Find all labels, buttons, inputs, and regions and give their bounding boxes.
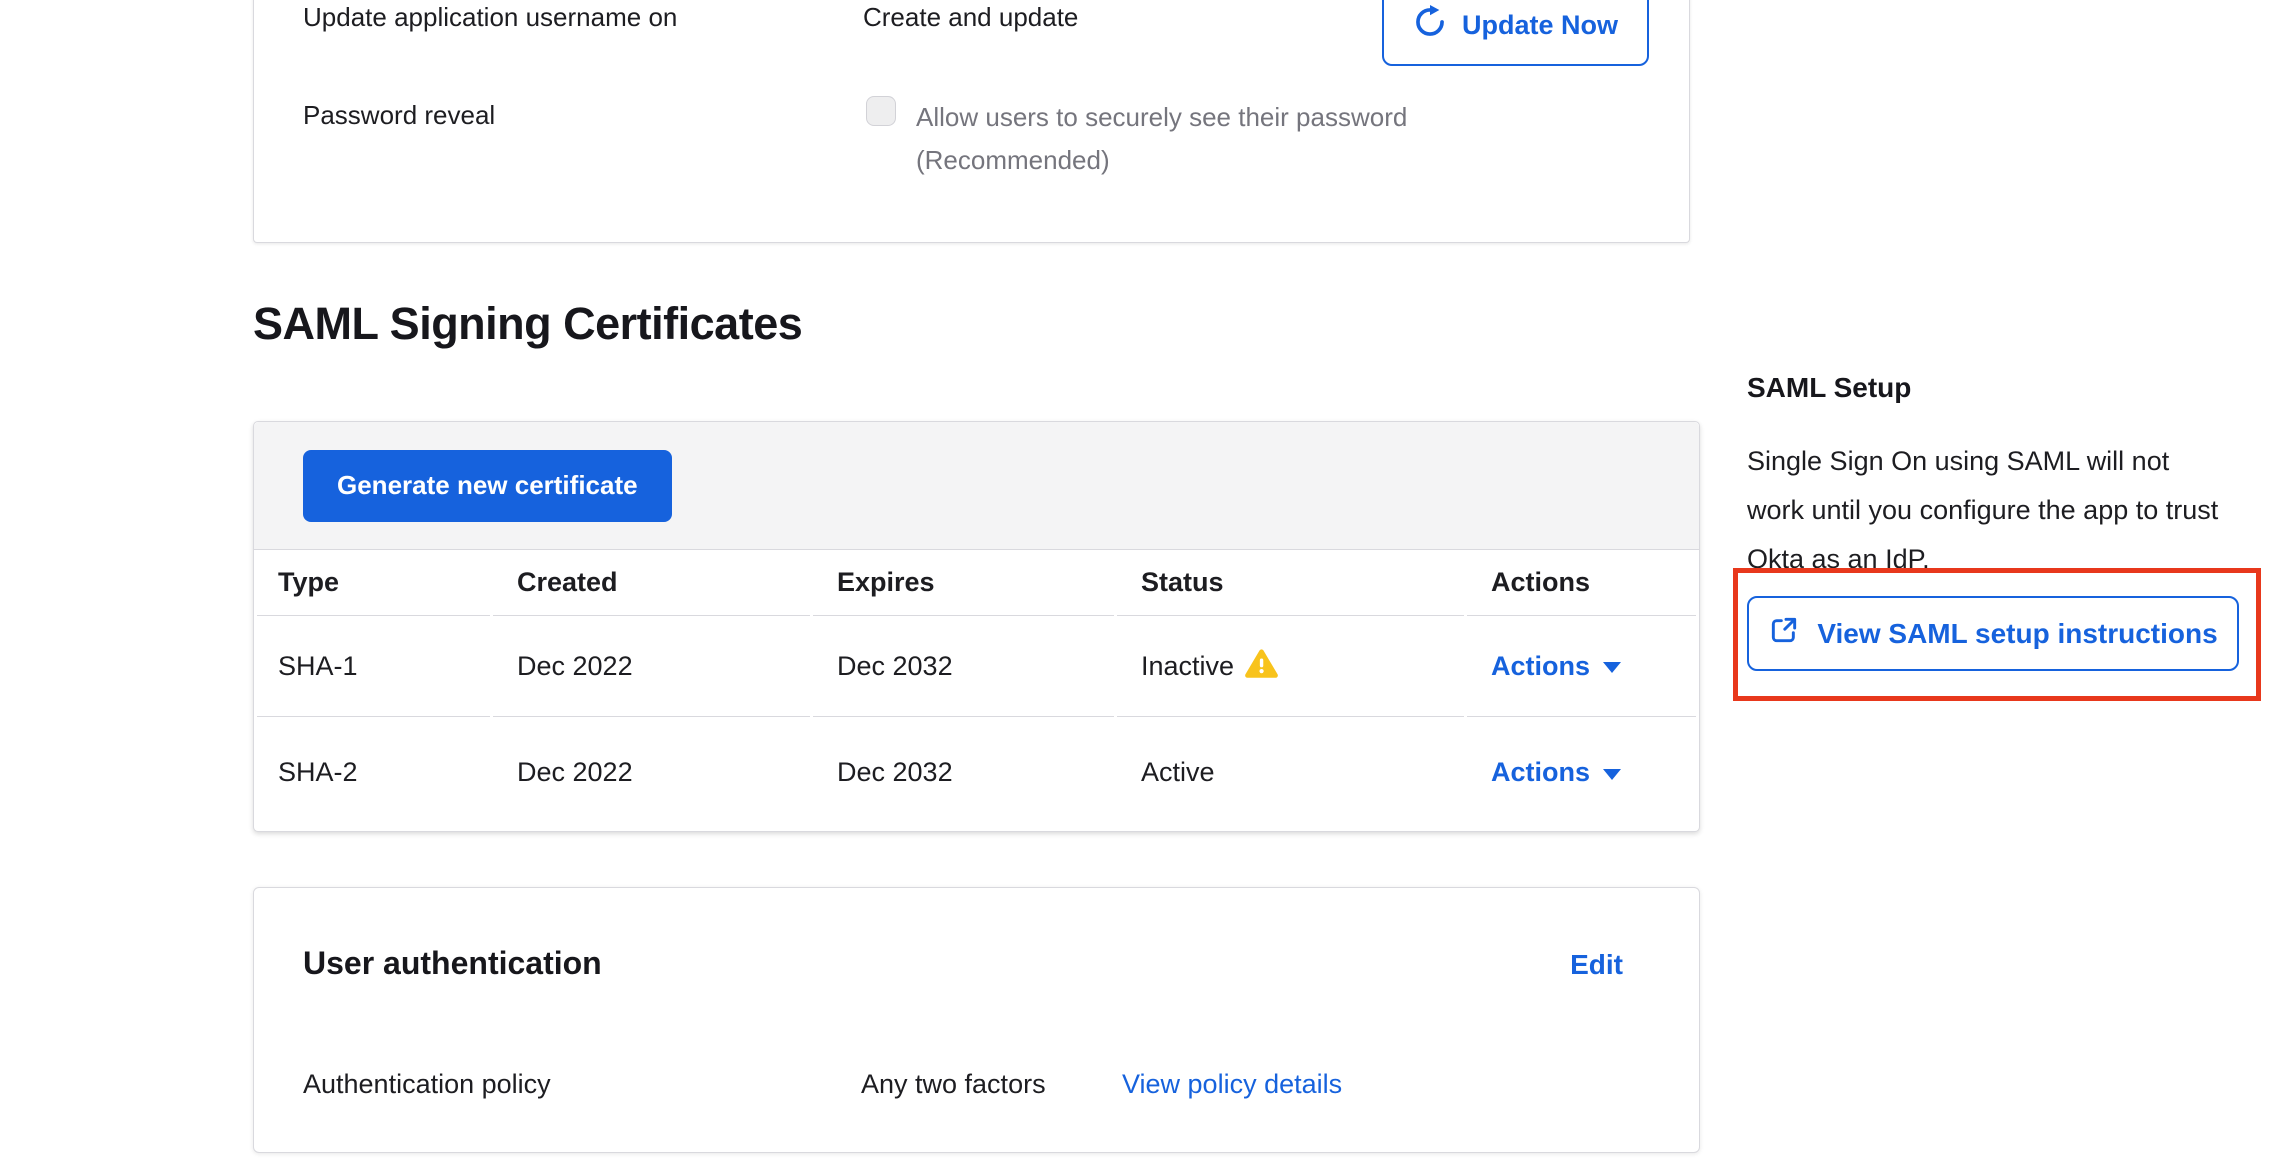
user-authentication-card: User authentication Edit Authentication … [253,887,1700,1153]
actions-dropdown[interactable]: Actions [1491,757,1621,788]
actions-label: Actions [1491,651,1590,682]
actions-label: Actions [1491,757,1590,788]
authentication-policy-label: Authentication policy [303,1069,551,1100]
saml-certificates-card: Generate new certificate Type Created Ex… [253,421,1700,832]
page-title: SAML Signing Certificates [253,298,802,350]
cert-created: Dec 2022 [493,616,810,717]
column-header-actions: Actions [1467,550,1696,616]
actions-dropdown[interactable]: Actions [1491,651,1621,682]
view-saml-setup-instructions-button[interactable]: View SAML setup instructions [1747,596,2239,671]
cert-created: Dec 2022 [493,717,810,828]
user-authentication-title: User authentication [303,945,602,982]
column-header-expires: Expires [813,550,1114,616]
saml-setup-description: Single Sign On using SAML will not work … [1747,437,2229,584]
authentication-policy-value: Any two factors [861,1069,1046,1100]
warning-icon [1245,649,1278,686]
column-header-status: Status [1117,550,1464,616]
cert-status: Inactive [1117,616,1464,717]
refresh-icon [1413,5,1447,46]
saml-setup-title: SAML Setup [1747,372,1911,404]
update-now-button[interactable]: Update Now [1382,0,1649,66]
cert-status: Active [1117,717,1464,828]
password-reveal-note: (Recommended) [916,143,1110,177]
column-header-created: Created [493,550,810,616]
status-text: Inactive [1141,651,1234,682]
external-link-icon [1768,614,1800,653]
update-username-value: Create and update [863,0,1078,34]
cert-type: SHA-1 [257,616,490,717]
table-row: SHA-1 Dec 2022 Dec 2032 Inactive [257,616,1696,717]
generate-certificate-button[interactable]: Generate new certificate [303,450,672,522]
cert-expires: Dec 2032 [813,616,1114,717]
view-saml-setup-label: View SAML setup instructions [1817,618,2217,650]
password-reveal-checkbox[interactable] [866,96,896,126]
cert-expires: Dec 2032 [813,717,1114,828]
chevron-down-icon [1603,662,1621,673]
status-text: Active [1141,757,1215,788]
certificates-table: Type Created Expires Status Actions SHA-… [254,550,1699,828]
edit-link[interactable]: Edit [1570,949,1623,981]
credential-details-panel: Update application username on Create an… [253,0,1690,243]
table-header-row: Type Created Expires Status Actions [257,550,1696,616]
update-now-label: Update Now [1462,10,1618,41]
view-policy-details-link[interactable]: View policy details [1122,1069,1342,1100]
password-reveal-option-text: Allow users to securely see their passwo… [916,100,1407,134]
cert-type: SHA-2 [257,717,490,828]
table-row: SHA-2 Dec 2022 Dec 2032 Active Actions [257,717,1696,828]
column-header-type: Type [257,550,490,616]
password-reveal-label: Password reveal [303,98,495,132]
chevron-down-icon [1603,769,1621,780]
update-username-label: Update application username on [303,0,677,34]
certificates-toolbar: Generate new certificate [254,422,1699,550]
sign-on-settings-page: Update application username on Create an… [0,0,2279,1158]
